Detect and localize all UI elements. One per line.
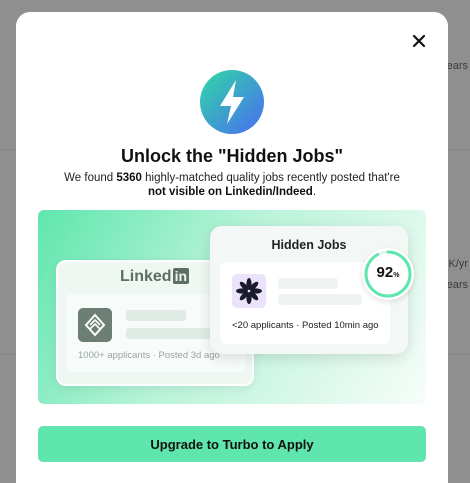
score-unit: % [393,272,400,279]
desc-suffix: . [312,186,317,198]
desc-prefix: We found [64,172,117,184]
background-snippet: ears [446,279,468,291]
placeholder-bar [126,310,186,321]
desc-middle: highly-matched quality jobs recently pos… [141,172,400,184]
linkedin-logo: Linked in [120,268,190,286]
job-count: 5360 [116,172,142,184]
hidden-jobs-card: Hidden Jobs <20 applicants · Posted 10mi… [210,226,414,354]
placeholder-bar [278,294,362,305]
desc-bold: not visible on Linkedin/Indeed [147,186,313,198]
asterisk-flower-icon [232,274,266,308]
hidden-job-meta: <20 applicants · Posted 10min ago [232,320,379,331]
linkedin-logo-text: Linked [120,268,172,285]
upgrade-modal: Unlock the "Hidden Jobs" We found 5360 h… [16,12,448,483]
cube-logo-icon [78,308,112,342]
close-icon [412,34,426,48]
linkedin-logo-in: in [172,268,190,284]
score-number: 92 [376,264,394,281]
placeholder-bar [278,278,338,289]
upgrade-button[interactable]: Upgrade to Turbo to Apply [38,426,426,462]
linkedin-job-meta: 1000+ applicants · Posted 3d ago [78,350,220,361]
modal-title: Unlock the "Hidden Jobs" [120,146,344,166]
close-button[interactable] [410,32,428,50]
modal-description: We found 5360 highly-matched quality job… [36,171,428,199]
match-score-value: 92% [362,264,414,281]
match-score-badge: 92% [362,248,414,300]
background-snippet: ears [446,60,468,72]
lightning-icon [200,70,264,134]
background-snippet: K/yr [448,258,468,270]
comparison-illustration: Linked in 1000+ applicants · Posted 3d ag… [38,210,426,404]
turbo-logo [200,70,264,134]
